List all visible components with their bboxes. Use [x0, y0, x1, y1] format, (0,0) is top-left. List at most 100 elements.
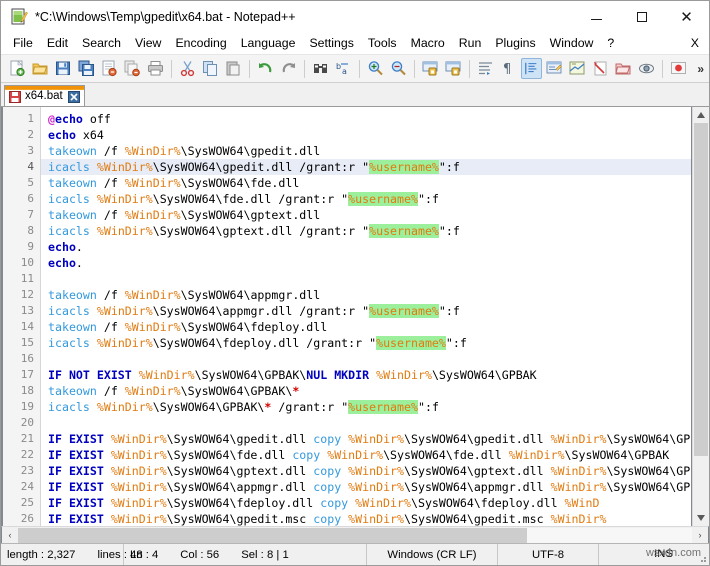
show-all-characters-icon[interactable]: ¶ [498, 58, 519, 79]
menu-item-plugins[interactable]: Plugins [488, 34, 542, 53]
code-line[interactable]: takeown /f %WinDir%\SysWOW64\appmgr.dll [41, 287, 691, 303]
word-wrap-icon[interactable] [475, 58, 496, 79]
code-token: \SysWOW64\gpedit.dll [180, 144, 321, 158]
menu-item-help[interactable]: ? [600, 34, 621, 53]
close-button[interactable]: ✕ [664, 1, 709, 32]
code-token: . [75, 256, 83, 270]
line-number: 8 [27, 224, 34, 237]
line-number: 26 [20, 512, 34, 525]
menu-item-edit[interactable]: Edit [40, 34, 75, 53]
scroll-down-arrow-icon[interactable] [693, 510, 709, 526]
menu-item-macro[interactable]: Macro [404, 34, 452, 53]
code-line[interactable]: echo. [41, 255, 691, 271]
menu-item-encoding[interactable]: Encoding [168, 34, 233, 53]
scroll-left-arrow-icon[interactable]: ‹ [2, 528, 18, 543]
status-encoding[interactable]: UTF-8 [498, 544, 599, 565]
save-all-icon[interactable] [76, 58, 97, 79]
menu-item-tools[interactable]: Tools [361, 34, 404, 53]
function-list-icon[interactable] [590, 58, 611, 79]
undo-icon[interactable] [255, 58, 276, 79]
code-line[interactable]: echo. [41, 239, 691, 255]
code-line[interactable]: icacls %WinDir%\SysWOW64\gpedit.dll /gra… [41, 159, 691, 175]
record-macro-icon[interactable] [668, 58, 689, 79]
line-number: 15 [20, 336, 34, 349]
new-file-icon[interactable] [7, 58, 28, 79]
menu-item-settings[interactable]: Settings [302, 34, 360, 53]
horizontal-scroll-track[interactable] [18, 527, 692, 543]
code-token: %WinDir% [96, 304, 153, 318]
code-line[interactable]: takeown /f %WinDir%\SysWOW64\gptext.dll [41, 207, 691, 223]
indent-guide-icon[interactable] [521, 58, 542, 79]
cut-icon[interactable] [177, 58, 198, 79]
close-file-icon[interactable] [99, 58, 120, 79]
code-token: /f [96, 208, 125, 222]
menu-item-search[interactable]: Search [75, 34, 128, 53]
code-token: %WinDir% [376, 368, 432, 382]
monitoring-icon[interactable] [636, 58, 657, 79]
code-line[interactable]: icacls %WinDir%\SysWOW64\fde.dll /grant:… [41, 191, 691, 207]
zoom-out-icon[interactable] [388, 58, 409, 79]
code-line[interactable] [41, 271, 691, 287]
code-line[interactable]: takeown /f %WinDir%\SysWOW64\fde.dll [41, 175, 691, 191]
toolbar-overflow-button[interactable]: » [697, 63, 704, 75]
open-file-icon[interactable] [30, 58, 51, 79]
menu-item-file[interactable]: File [6, 34, 40, 53]
tab-x64-bat[interactable]: x64.bat [4, 85, 85, 106]
user-defined-language-icon[interactable] [544, 58, 565, 79]
maximize-button[interactable] [619, 1, 664, 32]
scroll-right-arrow-icon[interactable]: › [692, 528, 708, 543]
code-line[interactable]: IF EXIST %WinDir%\SysWOW64\fdeploy.dll c… [41, 495, 691, 511]
code-line[interactable]: takeown /f %WinDir%\SysWOW64\GPBAK\* [41, 383, 691, 399]
horizontal-scrollbar[interactable]: ‹ › [1, 526, 709, 543]
vertical-scrollbar[interactable] [692, 107, 709, 526]
print-icon[interactable] [145, 58, 166, 79]
code-line[interactable]: icacls %WinDir%\SysWOW64\fdeploy.dll /gr… [41, 335, 691, 351]
code-line[interactable]: takeown /f %WinDir%\SysWOW64\fdeploy.dll [41, 319, 691, 335]
horizontal-scroll-thumb[interactable] [18, 527, 527, 543]
status-eol-format[interactable]: Windows (CR LF) [367, 544, 498, 565]
paste-icon[interactable] [223, 58, 244, 79]
sync-vertical-scroll-icon[interactable] [420, 58, 441, 79]
code-line[interactable]: IF EXIST %WinDir%\SysWOW64\fde.dll copy … [41, 447, 691, 463]
code-token: \SysWOW64\gpedit.dll /grant:r " [152, 160, 370, 174]
save-icon[interactable] [53, 58, 74, 79]
code-line[interactable]: icacls %WinDir%\SysWOW64\gptext.dll /gra… [41, 223, 691, 239]
zoom-in-icon[interactable] [365, 58, 386, 79]
menu-item-run[interactable]: Run [452, 34, 489, 53]
code-text-area[interactable]: @echo off echo x64 takeown /f %WinDir%\Sys… [41, 107, 691, 526]
redo-icon[interactable] [278, 58, 299, 79]
document-map-icon[interactable] [567, 58, 588, 79]
close-document-button[interactable]: X [691, 36, 699, 50]
close-all-files-icon[interactable] [122, 58, 143, 79]
minimize-button[interactable] [574, 1, 619, 32]
menu-item-view[interactable]: View [128, 34, 168, 53]
code-line[interactable]: IF EXIST %WinDir%\SysWOW64\gpedit.dll co… [41, 431, 691, 447]
code-line[interactable]: takeown /f %WinDir%\SysWOW64\gpedit.dll [41, 143, 691, 159]
code-line[interactable]: IF NOT EXIST %WinDir%\SysWOW64\GPBAK\NUL… [41, 367, 691, 383]
scroll-up-arrow-icon[interactable] [693, 107, 709, 123]
menu-item-language[interactable]: Language [234, 34, 303, 53]
status-insert-mode-cell[interactable]: INS wsxdn.com [599, 544, 709, 565]
sync-horizontal-scroll-icon[interactable] [443, 58, 464, 79]
vertical-scroll-thumb[interactable] [694, 123, 708, 456]
code-line[interactable] [41, 415, 691, 431]
code-token: %WinDir% [124, 144, 181, 158]
code-line[interactable]: IF EXIST %WinDir%\SysWOW64\appmgr.dll co… [41, 479, 691, 495]
code-line[interactable]: @echo off [41, 111, 691, 127]
copy-icon[interactable] [200, 58, 221, 79]
code-token: icacls [48, 400, 90, 414]
close-tab-icon[interactable] [67, 90, 80, 103]
code-line[interactable]: icacls %WinDir%\SysWOW64\GPBAK\* /grant:… [41, 399, 691, 415]
code-line[interactable]: echo x64 [41, 127, 691, 143]
resize-grip-icon[interactable] [697, 553, 707, 563]
code-line[interactable]: icacls %WinDir%\SysWOW64\appmgr.dll /gra… [41, 303, 691, 319]
code-line[interactable] [41, 351, 691, 367]
line-number: 19 [20, 400, 34, 413]
vertical-scroll-track[interactable] [693, 123, 709, 510]
replace-icon[interactable]: ba [333, 58, 354, 79]
folder-as-workspace-icon[interactable] [613, 58, 634, 79]
code-line[interactable]: IF EXIST %WinDir%\SysWOW64\gpedit.msc co… [41, 511, 691, 526]
menu-item-window[interactable]: Window [543, 34, 601, 53]
find-icon[interactable] [310, 58, 331, 79]
code-line[interactable]: IF EXIST %WinDir%\SysWOW64\gptext.dll co… [41, 463, 691, 479]
